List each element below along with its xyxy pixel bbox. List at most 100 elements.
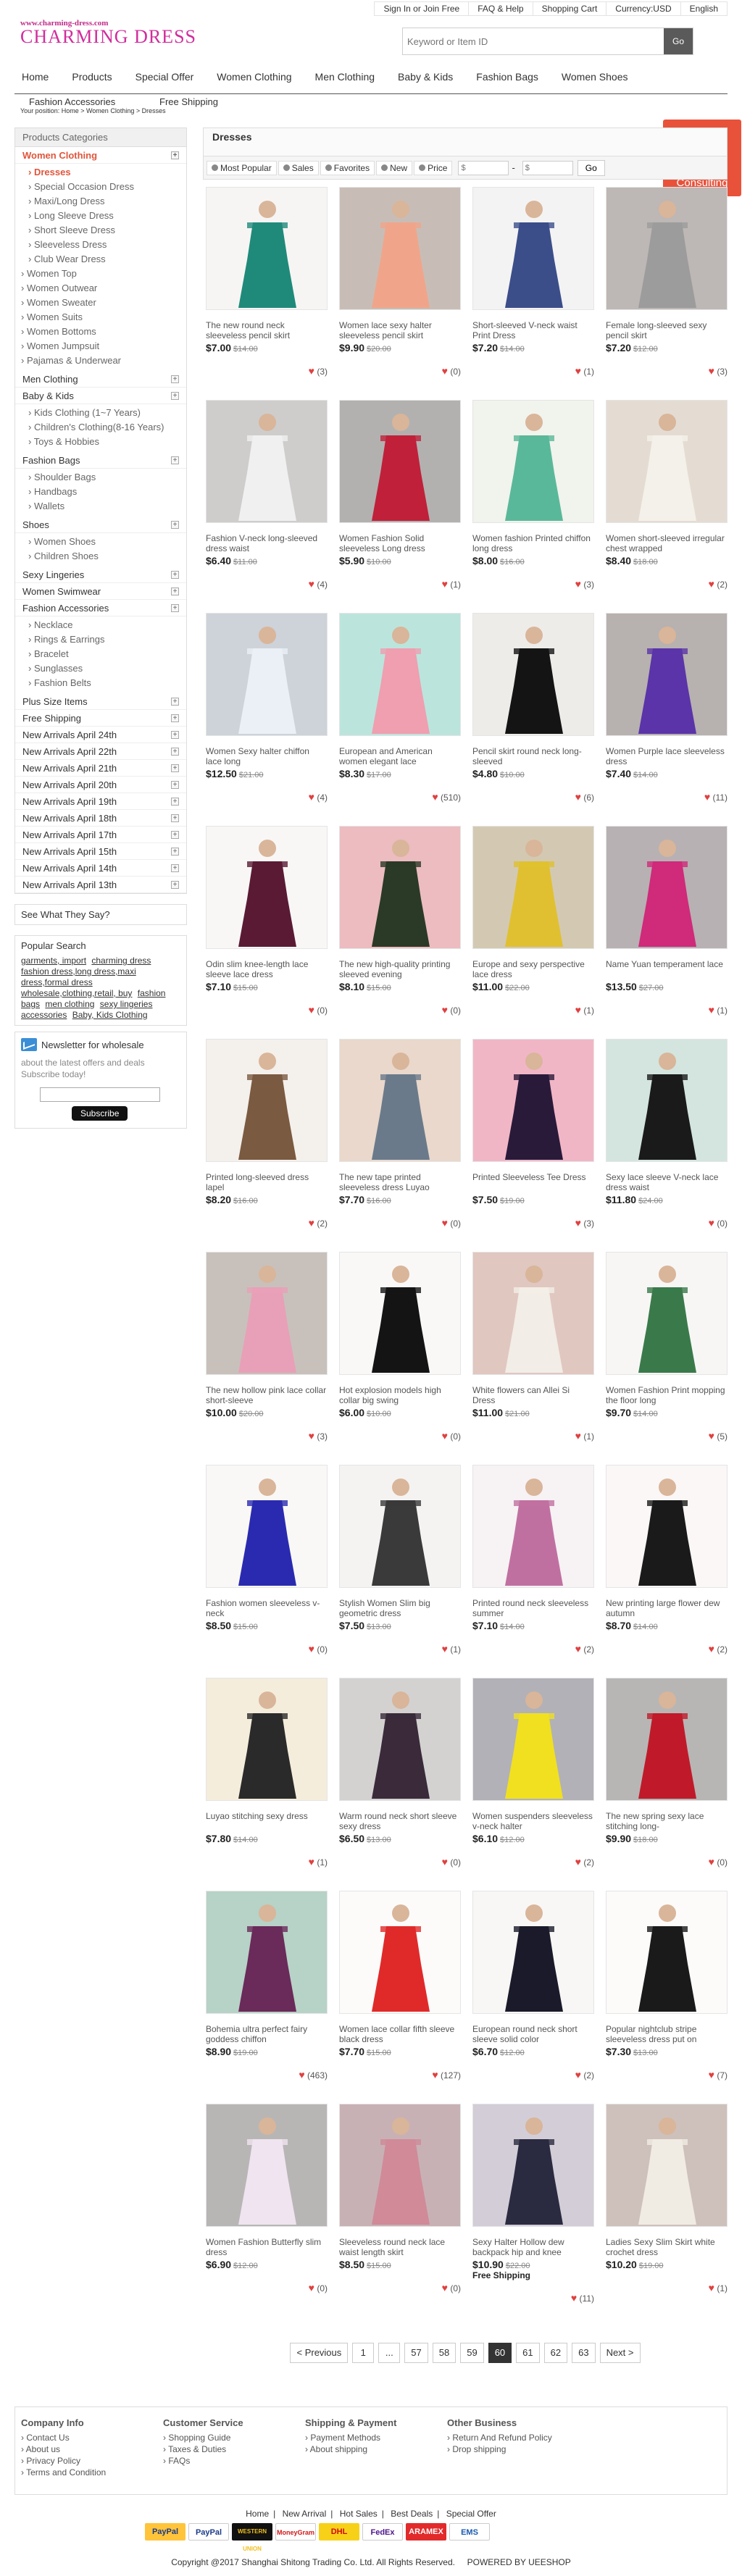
heart-icon[interactable]: ♥ — [299, 2069, 304, 2081]
sidebar-item-wallets[interactable]: › Wallets — [28, 499, 186, 514]
product-image[interactable] — [606, 613, 728, 736]
product-image[interactable] — [472, 1252, 594, 1375]
product-image[interactable] — [206, 1039, 328, 1162]
product-image[interactable] — [606, 1678, 728, 1801]
product-name[interactable]: Women suspenders sleeveless v-neck halte… — [472, 1811, 594, 1831]
product-likes[interactable]: ♥ (1) — [206, 1856, 328, 1868]
heart-icon[interactable]: ♥ — [709, 1430, 714, 1442]
product-likes[interactable]: ♥ (2) — [606, 1643, 728, 1655]
price-go-button[interactable]: Go — [577, 159, 605, 176]
heart-icon[interactable]: ♥ — [575, 2069, 581, 2081]
expand-icon[interactable]: + — [171, 587, 179, 595]
product-card[interactable]: European and American women elegant lace… — [339, 613, 461, 826]
product-name[interactable]: Women Sexy halter chiffon lace long — [206, 746, 328, 766]
faq-link[interactable]: FAQ & Help — [468, 1, 533, 16]
sidebar-item-women-shoes[interactable]: › Women Shoes — [28, 535, 186, 549]
product-card[interactable]: Printed long-sleeved dress lapel $8.20 $16… — [206, 1039, 328, 1252]
product-likes[interactable]: ♥ (1) — [472, 1430, 594, 1442]
sidebar-item-rings[interactable]: › Rings & Earrings — [28, 632, 186, 647]
product-card[interactable]: Europe and sexy perspective lace dress $1… — [472, 826, 594, 1039]
product-name[interactable]: Sexy lace sleeve V-neck lace dress waist — [606, 1172, 728, 1192]
heart-icon[interactable]: ♥ — [575, 1856, 581, 1868]
bottom-link-new-arrival[interactable]: New Arrival — [283, 2509, 327, 2519]
product-image[interactable] — [206, 1678, 328, 1801]
product-card[interactable]: White flowers can Allei Si Dress $11.00 $2… — [472, 1252, 594, 1465]
heart-icon[interactable]: ♥ — [709, 1217, 714, 1229]
sidebar-item-shoulder-bags[interactable]: › Shoulder Bags — [28, 470, 186, 485]
product-likes[interactable]: ♥ (1) — [606, 2282, 728, 2293]
product-card[interactable]: Women short-sleeved irregular chest wrap… — [606, 400, 728, 613]
sidebar-item-women-outwear[interactable]: › Women Outwear — [21, 281, 186, 296]
product-image[interactable] — [339, 826, 461, 949]
heart-icon[interactable]: ♥ — [709, 2282, 714, 2293]
sidebar-item-new-arrivals[interactable]: New Arrivals April 24th + — [15, 727, 186, 743]
sort-favorites[interactable]: Favorites — [320, 160, 375, 175]
product-likes[interactable]: ♥ (0) — [339, 365, 461, 377]
product-likes[interactable]: ♥ (3) — [606, 365, 728, 377]
product-name[interactable]: Women Fashion Solid sleeveless Long dres… — [339, 533, 461, 553]
currency-select[interactable]: Currency:USD — [606, 1, 680, 16]
expand-icon[interactable]: + — [171, 814, 179, 822]
product-name[interactable]: Name Yuan temperament lace — [606, 959, 728, 979]
product-likes[interactable]: ♥ (1) — [472, 365, 594, 377]
product-card[interactable]: The new tape printed sleeveless dress Lu… — [339, 1039, 461, 1252]
expand-icon[interactable]: + — [171, 730, 179, 739]
product-likes[interactable]: ♥ (3) — [206, 365, 328, 377]
heart-icon[interactable]: ♥ — [309, 1004, 314, 1016]
sidebar-item-new-arrivals[interactable]: New Arrivals April 19th + — [15, 793, 186, 810]
page-number[interactable]: 63 — [572, 2343, 596, 2363]
sidebar-item-necklace[interactable]: › Necklace — [28, 618, 186, 632]
product-card[interactable]: Women suspenders sleeveless v-neck halte… — [472, 1678, 594, 1891]
product-card[interactable]: Ladies Sexy Slim Skirt white crochet dre… — [606, 2104, 728, 2317]
product-name[interactable]: Bohemia ultra perfect fairy goddess chif… — [206, 2024, 328, 2044]
expand-icon[interactable]: + — [171, 375, 179, 383]
sidebar-item-women-bottoms[interactable]: › Women Bottoms — [21, 325, 186, 339]
footer-link[interactable]: › FAQs — [163, 2455, 305, 2467]
product-card[interactable]: Stylish Women Slim big geometric dress $7… — [339, 1465, 461, 1678]
product-name[interactable]: Odin slim knee-length lace sleeve lace d… — [206, 959, 328, 979]
product-name[interactable]: Europe and sexy perspective lace dress — [472, 959, 594, 979]
popular-tag[interactable]: sexy lingeries — [100, 999, 153, 1009]
sidebar-item-new-arrivals[interactable]: New Arrivals April 15th + — [15, 843, 186, 860]
product-name[interactable]: Sexy Halter Hollow dew backpack hip and … — [472, 2237, 594, 2257]
product-likes[interactable]: ♥ (7) — [606, 2069, 728, 2081]
heart-icon[interactable]: ♥ — [442, 1643, 448, 1655]
page-number[interactable]: 60 — [488, 2343, 512, 2363]
heart-icon[interactable]: ♥ — [432, 2069, 438, 2081]
sidebar-item-free-shipping[interactable]: Free Shipping + — [15, 710, 186, 727]
product-card[interactable]: Printed Sleeveless Tee Dress $7.50 $19.00 ♥… — [472, 1039, 594, 1252]
product-image[interactable] — [606, 400, 728, 523]
product-likes[interactable]: ♥ (127) — [339, 2069, 461, 2081]
bottom-link-special-offer[interactable]: Special Offer — [446, 2509, 496, 2519]
product-card[interactable]: The new spring sexy lace stitching long-… — [606, 1678, 728, 1891]
heart-icon[interactable]: ♥ — [309, 1217, 314, 1229]
product-likes[interactable]: ♥ (0) — [206, 2282, 328, 2293]
product-card[interactable]: Women Purple lace sleeveless dress $7.40 $… — [606, 613, 728, 826]
product-image[interactable] — [206, 187, 328, 310]
heart-icon[interactable]: ♥ — [704, 791, 710, 803]
sidebar-item-childrens-clothing[interactable]: › Children's Clothing(8-16 Years) — [28, 420, 186, 435]
product-likes[interactable]: ♥ (3) — [472, 578, 594, 590]
product-card[interactable]: Pencil skirt round neck long-sleeved $4.8… — [472, 613, 594, 826]
product-likes[interactable]: ♥ (1) — [339, 1643, 461, 1655]
sidebar-item-women-jumpsuit[interactable]: › Women Jumpsuit — [21, 339, 186, 354]
sidebar-item-kids-clothing[interactable]: › Kids Clothing (1~7 Years) — [28, 406, 186, 420]
product-name[interactable]: Women fashion Printed chiffon long dress — [472, 533, 594, 553]
popular-tag[interactable]: men clothing — [45, 999, 94, 1009]
heart-icon[interactable]: ♥ — [575, 1430, 581, 1442]
sidebar-item-short-sleeve[interactable]: › Short Sleeve Dress — [28, 223, 186, 238]
product-likes[interactable]: ♥ (0) — [339, 2282, 461, 2293]
sidebar-item-new-arrivals[interactable]: New Arrivals April 18th + — [15, 810, 186, 827]
product-name[interactable]: Women lace collar fifth sleeve black dre… — [339, 2024, 461, 2044]
heart-icon[interactable]: ♥ — [442, 1004, 448, 1016]
heart-icon[interactable]: ♥ — [575, 791, 581, 803]
product-image[interactable] — [606, 826, 728, 949]
product-image[interactable] — [472, 2104, 594, 2227]
nav-free-shipping[interactable]: Free Shipping — [152, 97, 225, 107]
sort-new[interactable]: New — [376, 160, 413, 175]
expand-icon[interactable]: + — [171, 697, 179, 706]
reviews-link[interactable]: See What They Say? — [14, 904, 187, 925]
sidebar-item-handbags[interactable]: › Handbags — [28, 485, 186, 499]
expand-icon[interactable]: + — [171, 863, 179, 872]
sidebar-item-new-arrivals[interactable]: New Arrivals April 14th + — [15, 860, 186, 877]
